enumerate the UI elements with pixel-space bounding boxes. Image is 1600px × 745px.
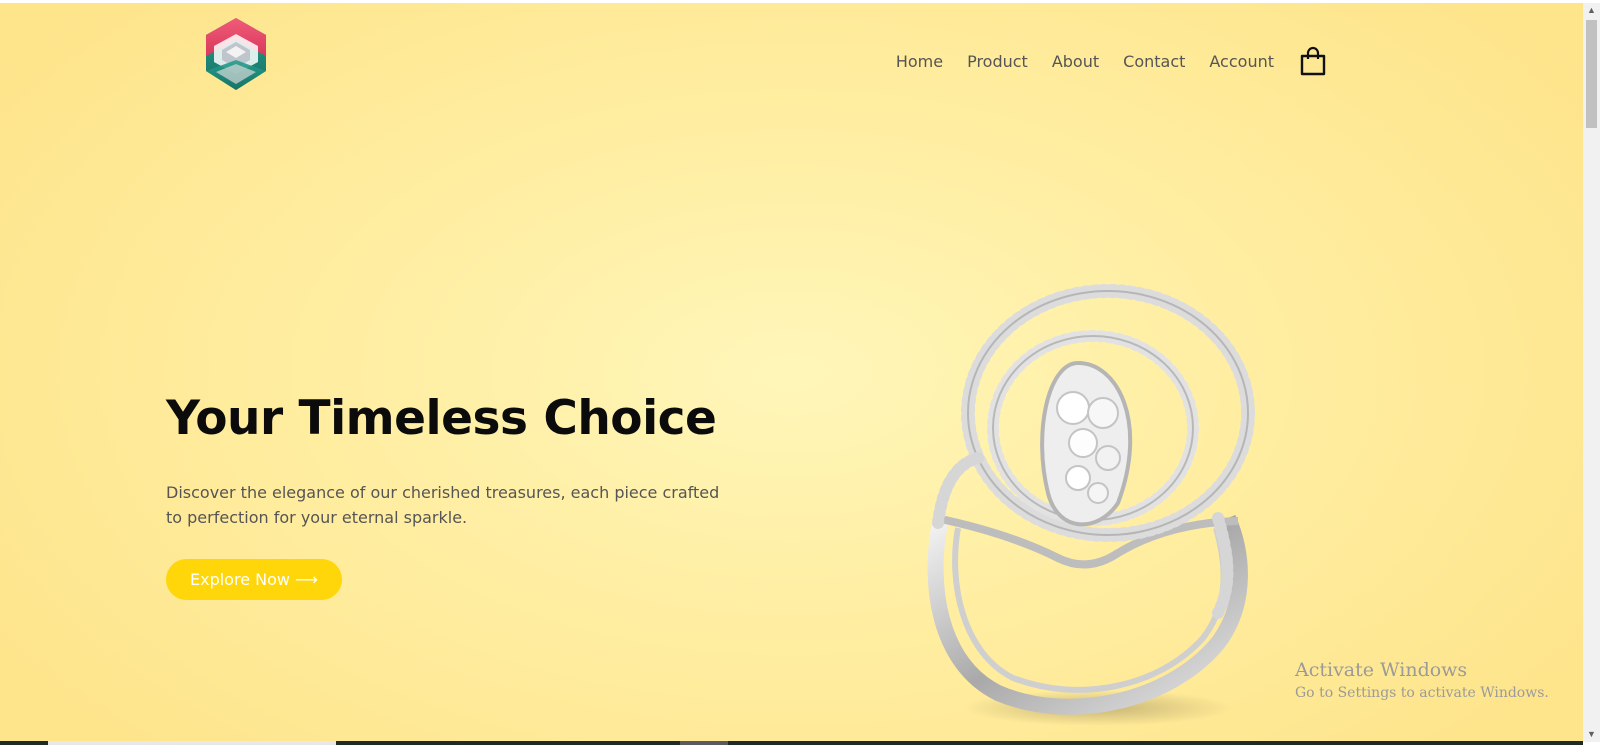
nav-about[interactable]: About bbox=[1052, 52, 1099, 71]
activate-windows-watermark: Activate Windows Go to Settings to activ… bbox=[1295, 659, 1549, 701]
hero-viewport: Home Product About Contact Account Your … bbox=[0, 3, 1583, 742]
taskbar-segment bbox=[48, 741, 336, 745]
watermark-subtitle: Go to Settings to activate Windows. bbox=[1295, 685, 1549, 701]
hero-title: Your Timeless Choice bbox=[166, 391, 717, 446]
explore-now-button[interactable]: Explore Now ⟶ bbox=[166, 559, 342, 600]
scroll-down-icon[interactable]: ▼ bbox=[1583, 727, 1600, 742]
vertical-scrollbar[interactable]: ▲ ▼ bbox=[1583, 3, 1600, 742]
nav-account[interactable]: Account bbox=[1209, 52, 1274, 71]
shopping-bag-icon[interactable] bbox=[1299, 46, 1327, 76]
taskbar-edge bbox=[0, 741, 1583, 745]
taskbar-segment bbox=[680, 741, 728, 745]
main-nav: Home Product About Contact Account bbox=[872, 46, 1327, 76]
diamond-ring-image bbox=[927, 284, 1255, 726]
scroll-up-icon[interactable]: ▲ bbox=[1583, 3, 1600, 18]
hero-description: Discover the elegance of our cherished t… bbox=[166, 483, 720, 527]
nav-home[interactable]: Home bbox=[896, 52, 943, 71]
scrollbar-thumb[interactable] bbox=[1586, 20, 1597, 128]
watermark-title: Activate Windows bbox=[1295, 659, 1468, 681]
nav-contact[interactable]: Contact bbox=[1123, 52, 1185, 71]
nav-product[interactable]: Product bbox=[967, 52, 1028, 71]
brand-logo[interactable] bbox=[204, 16, 268, 92]
